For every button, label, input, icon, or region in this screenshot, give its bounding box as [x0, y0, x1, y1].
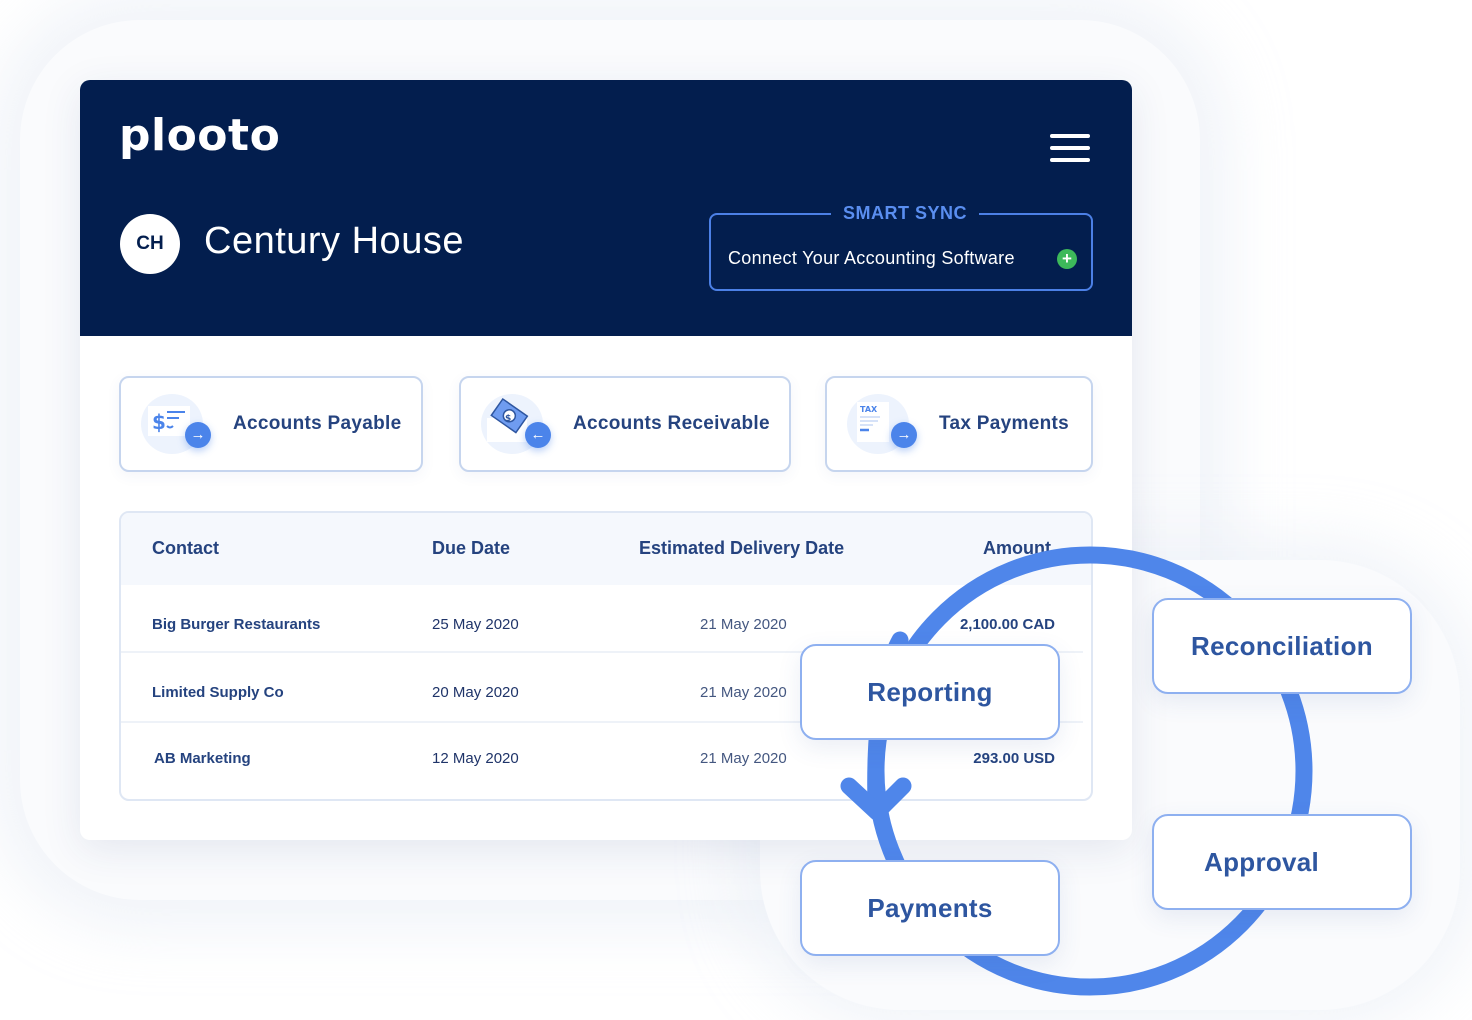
workflow-step-reporting[interactable]: Reporting — [800, 644, 1060, 740]
company-name: Century House — [204, 220, 464, 262]
amount-cell: 2,100.00 CAD — [959, 616, 1055, 633]
workflow-step-label: Payments — [867, 892, 993, 923]
estimated-delivery-cell: 21 May 2020 — [700, 684, 787, 701]
amount-cell: 293.00 USD — [973, 750, 1055, 767]
hamburger-menu-icon[interactable] — [1050, 134, 1092, 164]
header: plooto CH Century House SMART SYNC Conne… — [80, 80, 1132, 336]
accounts-payable-card[interactable]: $ → Accounts Payable — [119, 376, 423, 472]
svg-text:TAX: TAX — [860, 405, 878, 414]
column-header-contact[interactable]: Contact — [152, 538, 219, 559]
svg-text:$: $ — [152, 410, 166, 434]
svg-text:$: $ — [505, 414, 511, 424]
workflow-step-reconciliation[interactable]: Reconciliation — [1152, 598, 1412, 694]
accounts-receivable-card[interactable]: $ ← Accounts Receivable — [459, 376, 791, 472]
column-header-estimated-delivery[interactable]: Estimated Delivery Date — [639, 538, 844, 559]
arrow-left-icon: ← — [525, 422, 551, 448]
smart-sync-title: SMART SYNC — [831, 203, 980, 224]
smart-sync-connect-button[interactable]: SMART SYNC Connect Your Accounting Softw… — [709, 203, 1093, 291]
due-date-cell: 12 May 2020 — [432, 750, 519, 767]
check-dollar-icon: $ → — [139, 392, 211, 456]
table-row[interactable]: Big Burger Restaurants 25 May 2020 21 Ma… — [121, 585, 1083, 653]
contact-cell: Limited Supply Co — [152, 684, 284, 701]
company-avatar[interactable]: CH — [120, 214, 180, 274]
contact-cell: AB Marketing — [154, 750, 251, 767]
accounts-payable-label: Accounts Payable — [233, 413, 402, 434]
estimated-delivery-cell: 21 May 2020 — [700, 616, 787, 633]
table-header: Contact Due Date Estimated Delivery Date… — [121, 513, 1091, 585]
column-header-due-date[interactable]: Due Date — [432, 538, 510, 559]
tax-payments-label: Tax Payments — [939, 413, 1069, 434]
tax-payments-card[interactable]: TAX → Tax Payments — [825, 376, 1093, 472]
contact-cell: Big Burger Restaurants — [152, 616, 321, 633]
column-header-amount[interactable]: Amount — [983, 538, 1051, 559]
estimated-delivery-cell: 21 May 2020 — [700, 750, 787, 767]
workflow-step-label: Approval — [1204, 846, 1320, 877]
arrow-right-icon: → — [891, 422, 917, 448]
plus-circle-icon: + — [1057, 249, 1077, 269]
workflow-step-approval[interactable]: Approval — [1152, 814, 1412, 910]
workflow-step-label: Reporting — [867, 676, 993, 707]
workflow-step-payments[interactable]: Payments — [800, 860, 1060, 956]
tax-document-icon: TAX → — [845, 392, 917, 456]
arrow-right-icon: → — [185, 422, 211, 448]
money-envelope-icon: $ ← — [479, 392, 551, 456]
accounts-receivable-label: Accounts Receivable — [573, 413, 770, 434]
due-date-cell: 20 May 2020 — [432, 684, 519, 701]
plooto-logo[interactable]: plooto — [119, 110, 280, 161]
connect-accounting-label: Connect Your Accounting Software — [728, 248, 1015, 268]
workflow-step-label: Reconciliation — [1191, 630, 1373, 661]
due-date-cell: 25 May 2020 — [432, 616, 519, 633]
